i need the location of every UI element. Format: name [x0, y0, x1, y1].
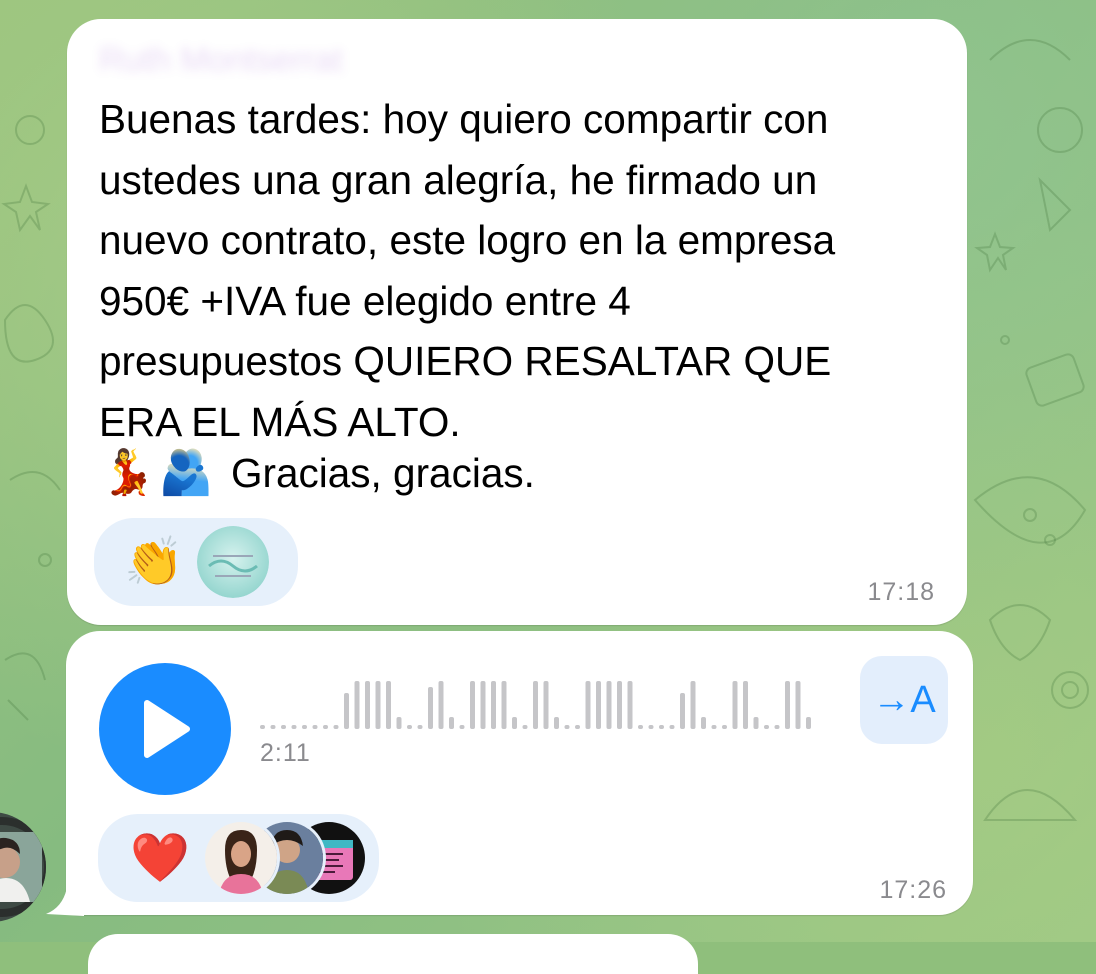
waveform-bar [281, 725, 286, 729]
waveform-bar [722, 725, 727, 729]
waveform-bar [512, 717, 517, 729]
waveform-bar [459, 725, 465, 729]
waveform-bar [501, 681, 507, 729]
waveform-bar [354, 681, 360, 729]
heart-reaction-emoji: ❤️ [130, 830, 190, 886]
waveform-bar [711, 725, 717, 729]
waveform-bar [333, 725, 339, 729]
waveform-bar [491, 681, 496, 729]
reaction-pill[interactable]: ❤️ [98, 814, 379, 902]
message-text: Buenas tardes: hoy quiero compartir con … [99, 96, 836, 445]
waveform-bar [554, 717, 559, 729]
waveform-bar [533, 681, 538, 729]
hug-emoji: 🫂 [158, 447, 214, 498]
waveform-bar [617, 681, 622, 729]
waveform-bar [302, 725, 307, 729]
waveform-bar [543, 681, 549, 729]
message-bubble[interactable]: Ruth Montserrat Buenas tardes: hoy quier… [67, 19, 967, 625]
waveform-bar [480, 681, 486, 729]
bubble-tail [46, 880, 84, 916]
waveform-bar [732, 681, 738, 729]
waveform-bar [795, 681, 801, 729]
waveform-bar [596, 681, 601, 729]
transcribe-button[interactable]: →A [860, 656, 948, 744]
waveform-bar [386, 681, 391, 729]
waveform-bar [648, 725, 654, 729]
waveform-bar [564, 725, 570, 729]
dancer-emoji: 💃 [100, 447, 156, 498]
waveform-bar [365, 681, 370, 729]
reaction-avatar-icon [194, 523, 272, 601]
waveform-bar [344, 693, 349, 729]
waveform-bar [669, 725, 675, 729]
waveform-bar [260, 725, 265, 729]
clap-reaction-emoji: 👏 [124, 534, 184, 590]
waveform-bar [428, 687, 433, 729]
message-time: 17:26 [879, 876, 947, 904]
waveform-bar [659, 725, 664, 729]
waveform-bar [638, 725, 643, 729]
waveform-bar [449, 717, 454, 729]
waveform-bar [627, 681, 633, 729]
play-icon [144, 700, 190, 758]
reactor-avatar-icon [202, 819, 280, 897]
closing-text: Gracias, gracias. [231, 449, 535, 496]
waveform-bar [470, 681, 475, 729]
waveform-bar [701, 717, 706, 729]
waveform-bar [753, 717, 759, 729]
sender-name[interactable]: Ruth Montserrat [99, 41, 343, 80]
waveform-bar [606, 681, 612, 729]
waveform-bar [312, 725, 318, 729]
waveform-bar [774, 725, 780, 729]
waveform-bar [743, 681, 748, 729]
waveform-bar [375, 681, 381, 729]
waveform-bar [396, 717, 402, 729]
waveform-bar [575, 725, 580, 729]
waveform-bar [417, 725, 423, 729]
voice-duration: 2:11 [260, 739, 311, 767]
waveform-bar [585, 681, 591, 729]
message-time: 17:18 [867, 578, 935, 606]
next-message-bubble[interactable] [88, 934, 698, 974]
waveform-bar [690, 681, 696, 729]
waveform-bar [438, 681, 444, 729]
play-button[interactable] [99, 663, 231, 795]
waveform-bar [764, 725, 769, 729]
voice-waveform[interactable] [260, 679, 830, 731]
waveform-bar [407, 725, 412, 729]
waveform-bar [291, 725, 297, 729]
waveform-bar [270, 725, 276, 729]
waveform-bar [522, 725, 528, 729]
waveform-bar [323, 725, 328, 729]
waveform-bar [806, 717, 811, 729]
waveform-bar [680, 693, 685, 729]
message-closing-line: 💃 🫂 Gracias, gracias. [99, 447, 535, 499]
voice-message-bubble[interactable]: 2:11 →A ❤️ 17:26 [66, 631, 973, 915]
reaction-pill[interactable]: 👏 [94, 518, 298, 606]
waveform-bar [785, 681, 790, 729]
